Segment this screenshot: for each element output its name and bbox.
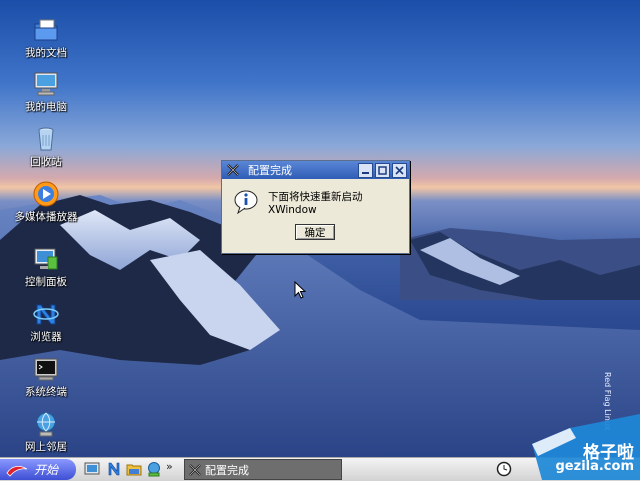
desktop-icon-control-panel[interactable]: 控制面板 bbox=[8, 245, 84, 288]
watermark-sub: gezila.com bbox=[555, 459, 635, 474]
start-button[interactable]: 开始 bbox=[0, 459, 76, 480]
documents-folder-icon bbox=[34, 19, 58, 41]
config-complete-dialog: 配置完成 下面将快速重新启动XWindow 确定 bbox=[221, 160, 410, 254]
taskbar-item-config-complete[interactable]: 配置完成 bbox=[184, 459, 342, 480]
desktop-icon-label: 浏览器 bbox=[30, 331, 62, 343]
control-panel-icon bbox=[34, 248, 58, 270]
start-label: 开始 bbox=[34, 463, 59, 477]
minimize-button[interactable] bbox=[358, 162, 373, 178]
network-icon bbox=[36, 412, 56, 437]
recycle-bin-icon bbox=[38, 127, 54, 151]
desktop-icon-browser[interactable]: 浏览器 bbox=[8, 300, 84, 343]
tray-clock-icon[interactable] bbox=[496, 461, 512, 477]
maximize-icon bbox=[378, 165, 387, 175]
quick-launch-more[interactable]: » bbox=[166, 460, 173, 473]
site-watermark: 格子啦 gezila.com bbox=[532, 404, 640, 480]
desktop-icon-label: 多媒体播放器 bbox=[14, 211, 78, 223]
desktop-icon-label: 回收站 bbox=[30, 156, 62, 168]
terminal-icon bbox=[34, 358, 58, 381]
desktop-icon-label: 网上邻居 bbox=[25, 441, 67, 453]
browser-icon bbox=[33, 304, 59, 325]
ok-button[interactable]: 确定 bbox=[295, 224, 335, 240]
browser-icon[interactable] bbox=[106, 461, 122, 477]
x-logo-icon bbox=[227, 164, 239, 176]
desktop-icon-label: 控制面板 bbox=[25, 276, 67, 288]
dialog-body: 下面将快速重新启动XWindow 确定 bbox=[222, 179, 409, 253]
taskbar-item-label: 配置完成 bbox=[205, 463, 249, 477]
network-icon[interactable] bbox=[146, 461, 162, 477]
dialog-message: 下面将快速重新启动XWindow bbox=[268, 191, 363, 216]
computer-icon bbox=[34, 72, 58, 96]
info-icon bbox=[234, 190, 258, 215]
desktop-icon-label: 我的文档 bbox=[25, 47, 67, 59]
dialog-title: 配置完成 bbox=[248, 164, 292, 177]
media-player-icon bbox=[33, 181, 59, 207]
mouse-cursor-icon bbox=[294, 281, 306, 299]
desktop-icon-documents[interactable]: 我的文档 bbox=[8, 16, 84, 59]
desktop-icon-label: 系统终端 bbox=[25, 386, 67, 398]
desktop-icon-network[interactable]: 网上邻居 bbox=[8, 410, 84, 453]
close-icon bbox=[395, 165, 404, 175]
maximize-button[interactable] bbox=[375, 162, 390, 178]
file-manager-icon[interactable] bbox=[126, 461, 142, 477]
dialog-titlebar[interactable]: 配置完成 bbox=[222, 161, 409, 179]
desktop-icon-terminal[interactable]: 系统终端 bbox=[8, 355, 84, 398]
minimize-icon bbox=[362, 171, 369, 174]
desktop-icon-computer[interactable]: 我的电脑 bbox=[8, 70, 84, 113]
show-desktop-icon[interactable] bbox=[84, 461, 100, 477]
desktop-icon-label: 我的电脑 bbox=[25, 101, 67, 113]
desktop-icon-media-player[interactable]: 多媒体播放器 bbox=[8, 180, 84, 223]
x-logo-icon bbox=[189, 463, 201, 476]
start-logo-icon bbox=[6, 465, 28, 477]
desktop: 我的文档 我的电脑 回收站 多媒体播放器 控制面板 浏览器 系统终端 网上邻居 … bbox=[0, 0, 640, 457]
desktop-icon-recycle-bin[interactable]: 回收站 bbox=[8, 125, 84, 168]
close-button[interactable] bbox=[392, 162, 407, 178]
